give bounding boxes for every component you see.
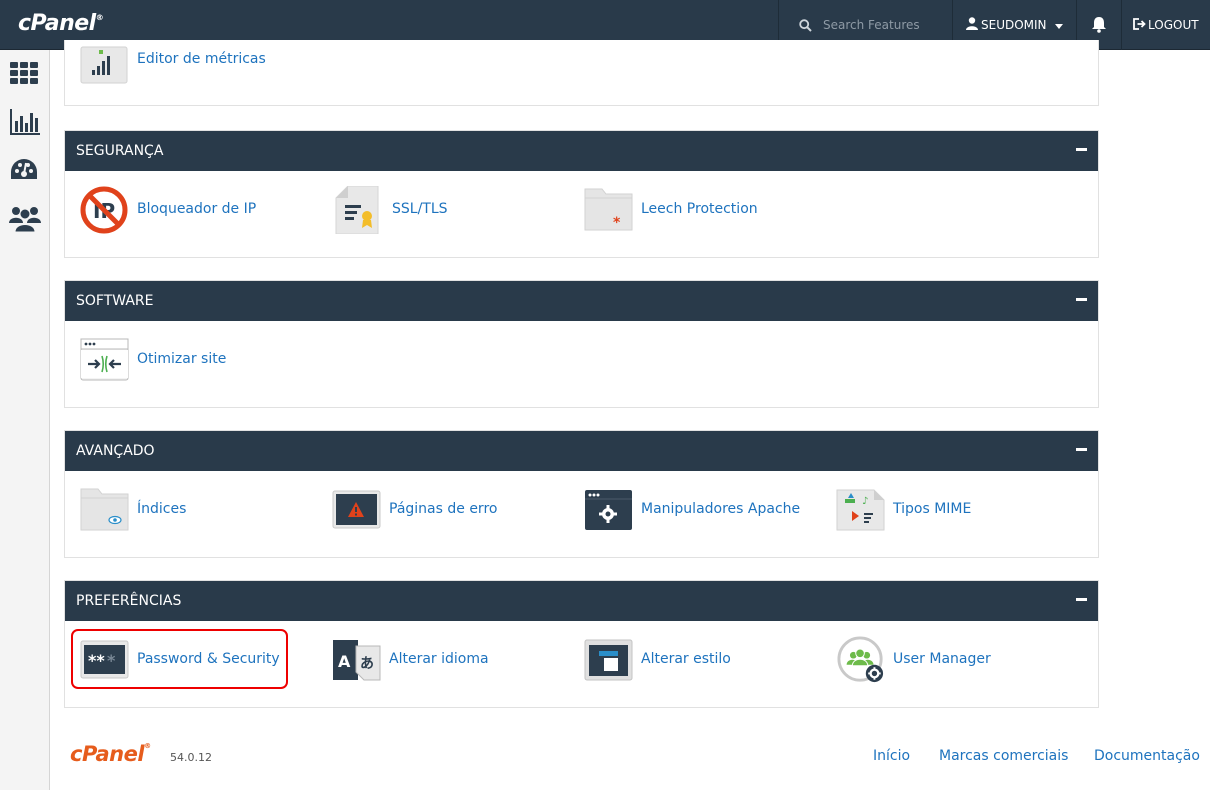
user-icon xyxy=(966,17,978,30)
section-security: SEGURANÇA IP Bloqueador de IP SSL/TLS xyxy=(64,130,1099,258)
section-title: PREFERÊNCIAS xyxy=(76,593,182,609)
brand-text: cPanel xyxy=(18,11,96,36)
svg-text:A: A xyxy=(338,652,351,671)
users-icon xyxy=(9,207,41,233)
dashboard-gauge-icon xyxy=(11,159,37,179)
footer-link-home[interactable]: Início xyxy=(873,748,910,764)
section-title: AVANÇADO xyxy=(76,443,155,459)
panel-metrics-partial: Editor de métricas xyxy=(64,40,1099,106)
footer-link-trademarks[interactable]: Marcas comerciais xyxy=(939,748,1068,764)
leech-protection-folder-icon: * xyxy=(584,188,633,231)
collapse-icon[interactable] xyxy=(1076,298,1087,301)
logout-button[interactable]: LOGOUT xyxy=(1122,0,1210,50)
item-label: User Manager xyxy=(893,651,991,667)
item-label: Tipos MIME xyxy=(893,501,972,517)
footer-logo[interactable]: cPanel® xyxy=(70,742,151,766)
section-header[interactable]: PREFERÊNCIAS xyxy=(65,581,1098,621)
section-header[interactable]: AVANÇADO xyxy=(65,431,1098,471)
mime-types-icon: ♪ xyxy=(836,489,885,531)
chevron-down-icon xyxy=(1055,24,1063,29)
version-label: 54.0.12 xyxy=(170,751,212,764)
optimize-site-icon xyxy=(80,338,129,381)
bell-icon xyxy=(1092,17,1106,33)
item-label: Otimizar site xyxy=(137,351,227,367)
sidebar-item-stats[interactable] xyxy=(9,108,41,138)
error-pages-icon xyxy=(332,490,381,529)
item-label: Bloqueador de IP xyxy=(137,201,257,217)
sidebar xyxy=(0,50,50,790)
svg-text:♪: ♪ xyxy=(862,496,868,507)
item-label: Índices xyxy=(137,501,187,517)
svg-text:あ: あ xyxy=(360,656,374,672)
section-title: SEGURANÇA xyxy=(76,143,164,159)
search-icon xyxy=(799,19,812,32)
item-label: Alterar idioma xyxy=(389,651,489,667)
apps-grid-icon xyxy=(10,62,38,84)
section-title: SOFTWARE xyxy=(76,293,154,309)
item-label: Leech Protection xyxy=(641,201,758,217)
collapse-icon[interactable] xyxy=(1076,448,1087,451)
logout-label: LOGOUT xyxy=(1148,18,1199,32)
logout-icon xyxy=(1133,18,1146,30)
item-label: Páginas de erro xyxy=(389,501,498,517)
indexes-folder-icon xyxy=(80,488,129,531)
section-advanced: AVANÇADO Índices Páginas de erro Manipul… xyxy=(64,430,1099,558)
ssl-certificate-icon xyxy=(335,186,379,234)
username-label: SEUDOMIN xyxy=(981,18,1047,32)
metrics-editor-icon xyxy=(80,46,128,84)
cpanel-logo[interactable]: cPanel® xyxy=(18,11,104,36)
apache-handlers-icon xyxy=(585,490,632,530)
sidebar-item-dashboard[interactable] xyxy=(9,157,41,187)
item-label: Alterar estilo xyxy=(641,651,731,667)
sidebar-item-users[interactable] xyxy=(9,203,41,233)
search-input[interactable] xyxy=(823,15,943,35)
collapse-icon[interactable] xyxy=(1076,148,1087,151)
ip-blocker-icon: IP xyxy=(80,186,128,234)
item-label: Manipuladores Apache xyxy=(641,501,801,517)
sidebar-item-home[interactable] xyxy=(9,60,41,90)
user-manager-icon xyxy=(837,636,884,683)
footer-link-documentation[interactable]: Documentação xyxy=(1094,748,1200,764)
item-label: SSL/TLS xyxy=(392,201,448,217)
footer-brand-text: cPanel xyxy=(70,742,145,766)
collapse-icon[interactable] xyxy=(1076,598,1087,601)
stats-chart-icon xyxy=(10,109,40,135)
section-header[interactable]: SEGURANÇA xyxy=(65,131,1098,171)
change-style-icon xyxy=(584,639,633,681)
item-label: Editor de métricas xyxy=(137,51,266,67)
highlight-box xyxy=(71,629,288,689)
section-software: SOFTWARE Otimizar site xyxy=(64,280,1099,408)
change-language-icon: A あ xyxy=(333,640,381,681)
section-header[interactable]: SOFTWARE xyxy=(65,281,1098,321)
svg-text:*: * xyxy=(613,215,621,231)
